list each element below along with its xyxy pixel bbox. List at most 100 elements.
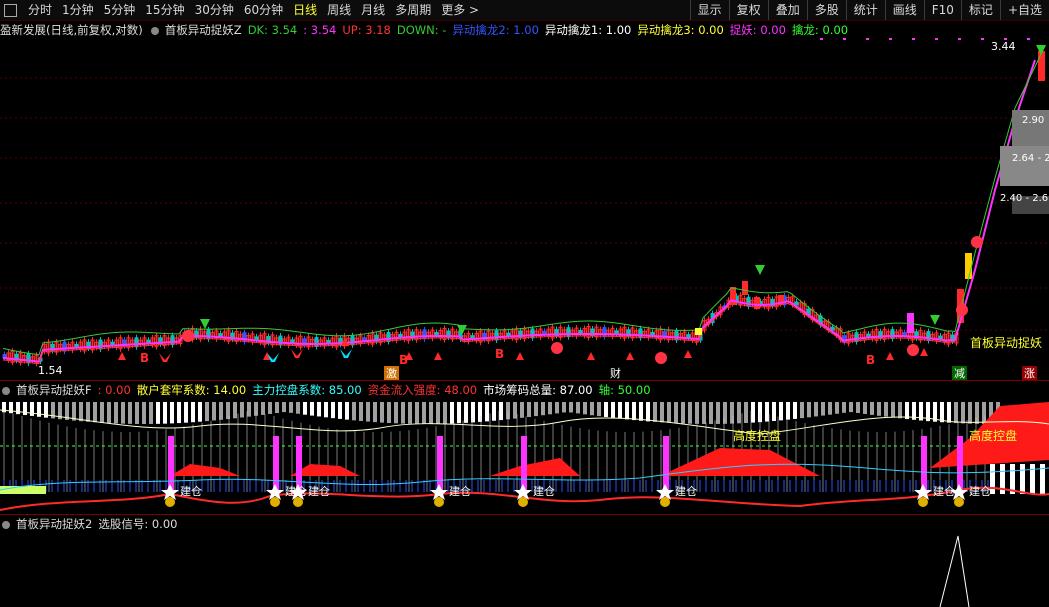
period-tab-15min[interactable]: 15分钟 xyxy=(140,0,189,20)
chip-bar xyxy=(100,402,104,423)
candle-body xyxy=(386,332,391,343)
chip-bar xyxy=(79,402,83,422)
chip-bar xyxy=(93,402,97,423)
draw-button[interactable]: 画线 xyxy=(884,0,924,20)
signal-badge-icon xyxy=(907,344,919,356)
f10-button[interactable]: F10 xyxy=(923,0,961,20)
period-tab-30min[interactable]: 30分钟 xyxy=(190,0,239,20)
coin-icon xyxy=(434,497,444,507)
chip-bar xyxy=(331,402,335,419)
window-menu-icon[interactable] xyxy=(4,3,17,17)
chip-bar xyxy=(156,402,160,424)
period-tab-60min[interactable]: 60分钟 xyxy=(239,0,288,20)
stats-button[interactable]: 统计 xyxy=(845,0,885,20)
signal-text-label: 首板异动捉妖 xyxy=(970,335,1042,350)
chip-bar xyxy=(975,402,979,424)
chip-bar xyxy=(940,402,944,423)
chip-bar xyxy=(191,402,195,423)
overlay-button[interactable]: 叠加 xyxy=(767,0,807,20)
panel3-signal-label: 选股信号: 0.00 xyxy=(98,517,178,531)
add-watchlist-button[interactable]: +自选 xyxy=(999,0,1049,20)
chip-bar xyxy=(492,402,496,421)
chip-bar xyxy=(394,402,398,424)
chip-bar xyxy=(751,402,755,423)
chip-bar xyxy=(716,402,720,424)
chip-bar xyxy=(723,402,727,424)
coin-icon xyxy=(660,497,670,507)
chip-bar xyxy=(401,402,405,424)
chip-bar xyxy=(590,402,594,416)
up-arrow-icon xyxy=(684,350,692,358)
chip-bar xyxy=(205,402,209,422)
build-position-label: 建仓 xyxy=(308,484,330,498)
period-tab-monthly[interactable]: 月线 xyxy=(356,0,390,20)
chip-bar xyxy=(121,402,125,424)
chip-bar xyxy=(212,402,216,421)
multi-stock-button[interactable]: 多股 xyxy=(806,0,846,20)
panel2-value-3: 资金流入强度: 48.00 xyxy=(367,383,478,397)
up-arrow-icon xyxy=(118,352,126,360)
marker-text: 财 xyxy=(610,366,621,380)
chip-bar xyxy=(562,402,566,413)
chip-bar xyxy=(107,402,111,424)
chip-bar xyxy=(653,402,657,422)
price-gridlines xyxy=(0,38,1049,331)
marker-text: 激 xyxy=(386,366,397,380)
stripe-bar xyxy=(1030,464,1035,494)
chip-bar xyxy=(898,402,902,419)
signal-dot xyxy=(912,38,915,40)
control-panel-chart[interactable]: 建仓建仓建仓建仓建仓建仓建仓建仓 高度控盘 高度控盘 xyxy=(0,398,1049,514)
candle-body xyxy=(530,328,535,339)
chip-bar xyxy=(86,402,90,422)
signal-badge-icon xyxy=(956,304,968,316)
period-tab-daily[interactable]: 日线 xyxy=(288,0,322,20)
candle-body xyxy=(854,332,859,343)
candlesticks xyxy=(2,51,1045,367)
chip-bar xyxy=(772,402,776,421)
period-tab-5min[interactable]: 5分钟 xyxy=(99,0,141,20)
adjust-button[interactable]: 复权 xyxy=(728,0,768,20)
chip-bar xyxy=(821,402,825,416)
period-tab-fenshi[interactable]: 分时 xyxy=(23,0,57,20)
panel3-indicator-name[interactable]: 首板异动捉妖2 xyxy=(16,517,92,531)
chip-bar xyxy=(142,402,146,424)
mark-button[interactable]: 标记 xyxy=(960,0,1000,20)
candle-body xyxy=(742,281,748,295)
period-tab-multi[interactable]: 多周期 xyxy=(390,0,436,20)
panel3-menu-icon[interactable] xyxy=(2,521,10,529)
chip-bar xyxy=(303,402,307,415)
signal-dot xyxy=(1027,38,1030,40)
display-button[interactable]: 显示 xyxy=(689,0,729,20)
chip-bar xyxy=(338,402,342,419)
panel2-indicator-name[interactable]: 首板异动捉妖F xyxy=(16,383,92,397)
indicator-menu-icon[interactable] xyxy=(150,27,159,35)
chip-bar xyxy=(247,402,251,417)
candle-body xyxy=(134,337,139,348)
main-indicator-name[interactable]: 首板异动捉妖Z xyxy=(165,23,242,37)
chip-bar xyxy=(149,402,153,424)
down-arrow-icon xyxy=(930,315,940,325)
signal-panel-chart[interactable] xyxy=(0,532,1049,607)
price-chart[interactable]: 激 财 减 涨 B B B B 2.90 2.64 - 2. 2.40 - 2.6 3.44 1.… xyxy=(0,38,1049,380)
panel-separator-2 xyxy=(0,514,1049,515)
main-value-3: DOWN: - xyxy=(396,23,447,37)
chip-bar xyxy=(667,402,671,423)
main-value-2: UP: 3.18 xyxy=(342,23,391,37)
panel2-menu-icon[interactable] xyxy=(2,387,10,395)
period-tab-more[interactable]: 更多 > xyxy=(436,0,484,20)
panel3-header: 首板异动捉妖2 选股信号: 0.00 xyxy=(0,516,183,532)
candle-body xyxy=(890,329,895,340)
chip-bar xyxy=(527,402,531,417)
marker-text: 涨 xyxy=(1024,367,1035,380)
period-tab-1min[interactable]: 1分钟 xyxy=(57,0,99,20)
chip-bar xyxy=(765,402,769,422)
chip-bar xyxy=(128,402,132,424)
chip-bar xyxy=(219,402,223,420)
chip-bar xyxy=(30,402,34,416)
chip-bar xyxy=(282,402,286,413)
period-tab-weekly[interactable]: 周线 xyxy=(322,0,356,20)
chip-bar xyxy=(779,402,783,421)
build-signal-bar xyxy=(957,436,963,494)
chip-bar xyxy=(261,402,265,415)
chip-bar xyxy=(828,402,832,415)
